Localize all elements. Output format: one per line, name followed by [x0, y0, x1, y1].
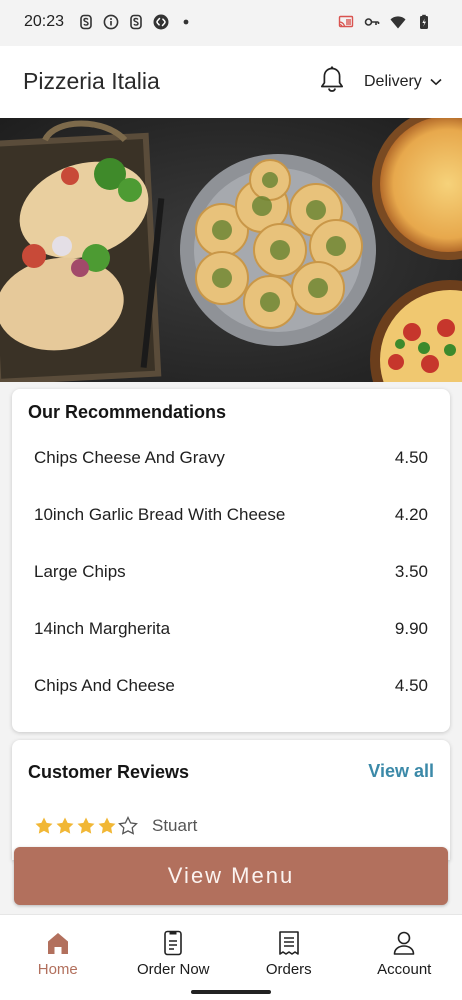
recommendation-item[interactable]: 14inch Margherita 9.90 [12, 600, 450, 657]
bottom-navigation: Home Order Now Orders Account [0, 914, 462, 980]
gesture-bar [0, 980, 462, 1000]
item-price: 4.20 [394, 504, 428, 524]
hero-food-illustration [0, 118, 462, 382]
recommendation-item[interactable]: 10inch Garlic Bread With Cheese 4.20 [12, 486, 450, 543]
nav-account[interactable]: Account [347, 915, 462, 980]
recommendation-item[interactable]: Chips Cheese And Gravy 4.50 [12, 429, 450, 486]
key-icon [364, 18, 380, 26]
view-all-reviews-link[interactable]: View all [368, 761, 434, 782]
nav-label: Order Now [136, 961, 210, 978]
info-icon [103, 14, 119, 30]
app-header: Pizzeria Italia Delivery [0, 46, 462, 118]
recommendation-item[interactable]: Large Chips 3.50 [12, 543, 450, 600]
review-item: Stuart [34, 816, 197, 836]
status-bar: 20:23 [0, 0, 462, 46]
recommendation-item[interactable]: Chips And Cheese 4.50 [12, 657, 450, 714]
item-price: 3.50 [394, 561, 428, 581]
order-icon [164, 930, 183, 956]
home-icon [47, 933, 68, 954]
item-name: Chips And Cheese [34, 675, 175, 695]
status-right-icons [338, 14, 432, 30]
wifi-icon [390, 16, 406, 29]
gesture-handle[interactable] [191, 990, 271, 994]
delivery-label: Delivery [364, 73, 422, 90]
cast-icon [338, 15, 354, 28]
nav-label: Account [377, 961, 432, 978]
reviews-title: Customer Reviews [28, 762, 190, 782]
item-name: 14inch Margherita [34, 618, 171, 638]
delivery-selector[interactable]: Delivery [364, 73, 442, 91]
reviewer-name: Stuart [152, 816, 198, 835]
item-name: Chips Cheese And Gravy [34, 447, 225, 467]
nav-label: Orders [265, 961, 312, 978]
recommendations-list: Chips Cheese And Gravy 4.50 10inch Garli… [12, 429, 450, 714]
bell-icon[interactable] [318, 65, 346, 95]
reviews-card: Customer Reviews View all Stuart [12, 740, 450, 860]
status-time: 20:23 [24, 13, 65, 30]
star-filled-icon [77, 817, 95, 834]
star-rating [34, 816, 138, 836]
nav-order-now[interactable]: Order Now [116, 915, 232, 980]
battery-charging-icon [420, 14, 428, 29]
dot-icon [183, 19, 189, 25]
view-menu-button[interactable]: View Menu [14, 847, 448, 905]
receipt-icon [278, 931, 299, 955]
item-price: 9.90 [394, 618, 428, 638]
item-name: Large Chips [34, 561, 126, 581]
recommendations-card: Our Recommendations Chips Cheese And Gra… [12, 389, 450, 732]
item-price: 4.50 [394, 447, 428, 467]
nav-orders[interactable]: Orders [231, 915, 347, 980]
s-app-icon [130, 14, 142, 30]
nav-home[interactable]: Home [0, 915, 116, 980]
recommendations-title: Our Recommendations [28, 402, 227, 422]
star-filled-icon [56, 817, 74, 834]
star-filled-icon [98, 817, 116, 834]
item-price: 4.50 [394, 675, 428, 695]
s-app-icon [80, 14, 92, 30]
person-icon [393, 931, 415, 955]
star-filled-icon [35, 817, 53, 834]
chevron-down-icon [430, 78, 442, 86]
star-empty-icon [118, 816, 138, 835]
status-left-icons [78, 14, 194, 30]
shazam-icon [153, 14, 169, 30]
restaurant-title: Pizzeria Italia [23, 68, 160, 94]
item-name: 10inch Garlic Bread With Cheese [34, 504, 286, 524]
hero-food-image [0, 118, 462, 382]
nav-label: Home [37, 961, 78, 978]
